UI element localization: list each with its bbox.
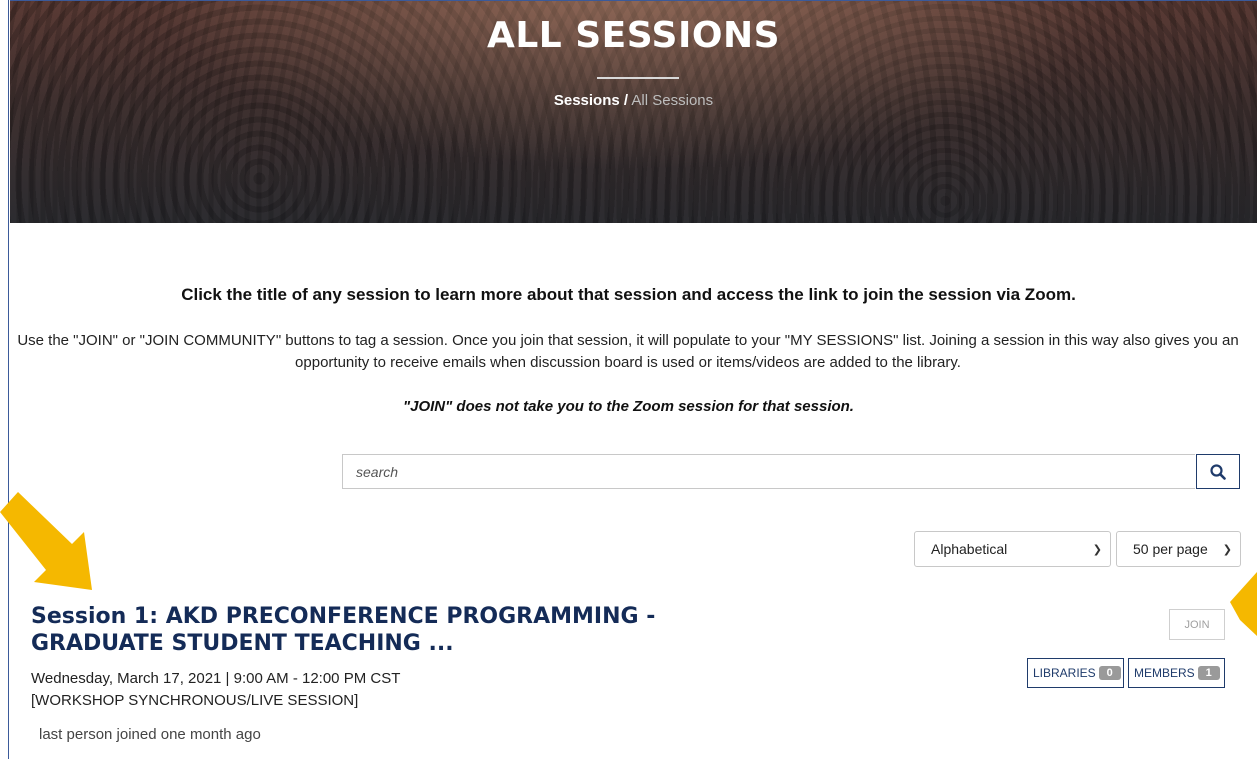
intro-body: Use the "JOIN" or "JOIN COMMUNITY" butto… [17, 332, 1239, 371]
page-title: ALL SESSIONS [486, 15, 781, 56]
sort-select-value: Alphabetical [931, 541, 1008, 557]
members-button[interactable]: MEMBERS 1 [1128, 658, 1225, 688]
libraries-label: LIBRARIES [1033, 666, 1096, 680]
session-last-joined: last person joined one month ago [39, 726, 261, 743]
breadcrumb-sessions-link[interactable]: Sessions [554, 92, 620, 109]
members-count-badge: 1 [1197, 666, 1220, 680]
session-date: Wednesday, March 17, 2021 | 9:00 AM - 12… [31, 670, 401, 687]
frame-border [8, 0, 9, 759]
chevron-down-icon: ❯ [1222, 543, 1232, 556]
search-bar [342, 454, 1240, 489]
sort-select[interactable]: Alphabetical ❯ [914, 531, 1111, 567]
intro-note: "JOIN" does not take you to the Zoom ses… [403, 398, 854, 415]
breadcrumb-separator: / [623, 92, 629, 109]
hero-banner: ALL SESSIONS Sessions / All Sessions [10, 0, 1257, 223]
per-page-select-value: 50 per page [1133, 541, 1208, 557]
per-page-select[interactable]: 50 per page ❯ [1116, 531, 1241, 567]
search-button[interactable] [1196, 454, 1240, 489]
search-input[interactable] [342, 454, 1195, 489]
search-icon [1210, 463, 1226, 480]
session-title-link[interactable]: Session 1: AKD PRECONFERENCE PROGRAMMING… [31, 603, 731, 657]
join-button[interactable]: JOIN [1169, 609, 1225, 640]
chevron-down-icon: ❯ [1092, 543, 1102, 556]
members-label: MEMBERS [1134, 666, 1195, 680]
arrow-icon [0, 492, 92, 590]
breadcrumb-current: All Sessions [631, 92, 714, 109]
libraries-count-badge: 0 [1098, 666, 1121, 680]
page: ALL SESSIONS Sessions / All Sessions Cli… [0, 0, 1257, 759]
libraries-button[interactable]: LIBRARIES 0 [1027, 658, 1124, 688]
intro-headline: Click the title of any session to learn … [181, 285, 1076, 304]
title-divider [597, 77, 679, 79]
session-type: [WORKSHOP SYNCHRONOUS/LIVE SESSION] [31, 692, 359, 709]
breadcrumb: Sessions / All Sessions [10, 92, 1257, 109]
arrow-icon [1230, 572, 1257, 636]
